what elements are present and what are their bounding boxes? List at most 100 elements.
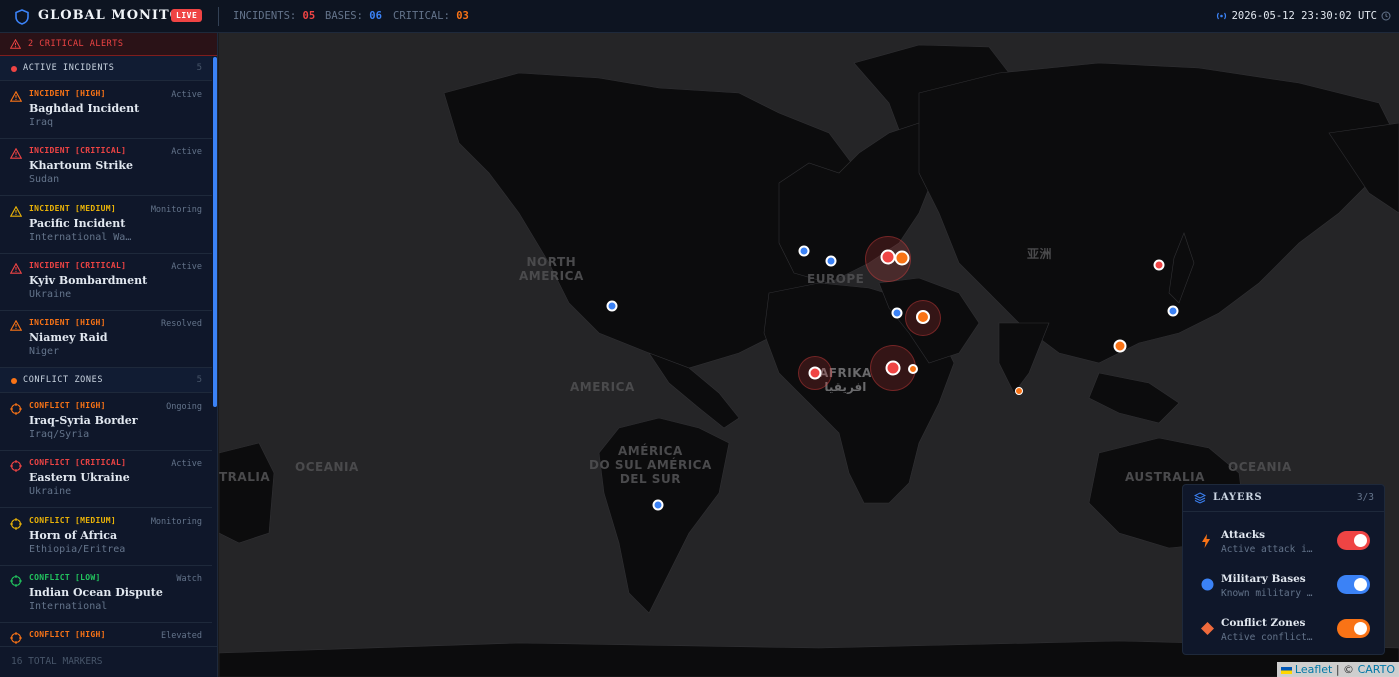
incident-item[interactable]: INCIDENT [CRITICAL] Kyiv Bombardment Ukrai… [0, 253, 212, 311]
conflict-item[interactable]: CONFLICT [HIGH] Iraq-Syria Border Iraq/Syr… [0, 393, 212, 451]
label-america: AMERICA [570, 380, 635, 394]
map-attribution: Leaflet | © CARTO [1276, 662, 1399, 677]
base-dot-icon [1201, 578, 1214, 591]
item-name: Iraq-Syria Border [29, 414, 138, 427]
conflict-item[interactable]: CONFLICT [CRITICAL] Eastern Ukraine Ukrain… [0, 450, 212, 509]
label-europe: EUROPE [807, 272, 865, 286]
crosshair-icon [10, 632, 22, 645]
conflict-item[interactable]: CONFLICT [LOW] Indian Ocean Dispute Intern… [0, 565, 212, 623]
crosshair-icon [10, 517, 22, 530]
item-tag: INCIDENT [CRITICAL] [29, 260, 127, 270]
sidebar-scrollbar[interactable] [213, 57, 217, 407]
attack-marker[interactable] [1153, 259, 1165, 271]
label-australia: AUSTRALIA [1125, 470, 1205, 484]
item-location: Ethiopia/Eritrea [29, 543, 126, 555]
conflict-marker[interactable] [916, 310, 930, 324]
layer-desc: Active attack i… [1221, 544, 1313, 555]
incident-item[interactable]: INCIDENT [HIGH] Baghdad Incident Iraq Activ… [0, 81, 212, 139]
incident-item[interactable]: INCIDENT [HIGH] Niamey Raid Niger Resolved [0, 310, 212, 369]
attack-marker[interactable] [885, 360, 901, 376]
critical-alerts-label: 2 CRITICAL ALERTS [28, 39, 124, 49]
ukraine-flag-icon [1280, 666, 1292, 674]
sidebar: 2 CRITICAL ALERTS ACTIVE INCIDENTS 5 INC… [0, 33, 218, 677]
item-name: Pacific Incident [29, 216, 126, 230]
conflict-zones-header[interactable]: CONFLICT ZONES 5 [0, 368, 212, 393]
conflict-marker[interactable] [1113, 339, 1127, 353]
base-marker[interactable] [825, 255, 837, 267]
military-bases-toggle[interactable] [1337, 575, 1370, 594]
section-label: ACTIVE INCIDENTS [23, 63, 115, 73]
carto-link[interactable]: CARTO [1358, 663, 1395, 676]
crosshair-icon [10, 403, 22, 415]
conflict-item[interactable]: CONFLICT [MEDIUM] Horn of Africa Ethiopia/… [0, 508, 212, 566]
base-marker[interactable] [891, 307, 903, 319]
item-tag: INCIDENT [HIGH] [29, 318, 106, 328]
item-location: Iraq [29, 117, 54, 128]
item-location: Ukraine [29, 288, 72, 300]
signal-icon [1216, 12, 1227, 20]
warning-icon [10, 262, 22, 274]
base-marker[interactable] [606, 300, 618, 312]
item-name: Eastern Ukraine [29, 471, 130, 485]
top-header: GLOBAL MONITOR LIVE INCIDENTS: 05 BASES:… [0, 0, 1399, 33]
warning-icon [10, 148, 22, 160]
item-name: Indian Ocean Dispute [29, 585, 163, 599]
critical-alerts-bar[interactable]: 2 CRITICAL ALERTS [0, 33, 217, 56]
leaflet-link[interactable]: Leaflet [1295, 663, 1332, 676]
item-name: Baghdad Incident [29, 102, 140, 115]
label-south-america: AMÉRICA DO SUL AMÉRICA DEL SUR [589, 444, 712, 486]
toggle-knob [1354, 534, 1367, 547]
item-status: Ongoing [166, 402, 202, 412]
critical-stat: CRITICAL: 03 [393, 10, 469, 22]
attack-marker[interactable] [808, 366, 822, 380]
base-marker[interactable] [1167, 305, 1179, 317]
item-status: Resolved [161, 319, 202, 330]
bases-stat: BASES: 06 [325, 10, 382, 22]
layers-header[interactable]: LAYERS 3/3 [1183, 485, 1384, 512]
diamond-icon [1201, 622, 1214, 635]
item-location: Iraq/Syria [29, 429, 90, 440]
base-marker[interactable] [798, 245, 810, 257]
section-count: 5 [196, 63, 202, 73]
item-tag: INCIDENT [MEDIUM] [29, 203, 116, 213]
warning-icon [10, 39, 21, 49]
sidebar-footer: 16 TOTAL MARKERS [0, 646, 217, 677]
item-tag: CONFLICT [CRITICAL] [29, 458, 127, 468]
item-status: Elevated [161, 631, 202, 642]
item-name: Khartoum Strike [29, 159, 133, 173]
incident-item[interactable]: INCIDENT [MEDIUM] Pacific Incident Interna… [0, 196, 212, 254]
attack-marker[interactable] [880, 249, 896, 265]
item-location: Sudan [29, 174, 60, 186]
layer-name: Attacks [1221, 529, 1266, 541]
layer-row-military-bases[interactable]: Military Bases Known military … [1183, 564, 1384, 608]
item-status: Active [171, 459, 202, 470]
section-label: CONFLICT ZONES [23, 375, 104, 385]
toggle-knob [1354, 578, 1367, 591]
conflict-zones-toggle[interactable] [1337, 619, 1370, 638]
item-status: Active [171, 147, 202, 158]
conflict-marker[interactable] [894, 250, 910, 266]
attacks-toggle[interactable] [1337, 531, 1370, 550]
incident-item[interactable]: INCIDENT [CRITICAL] Khartoum Strike Sudan A… [0, 138, 212, 197]
item-location: Niger [29, 346, 60, 358]
active-incidents-header[interactable]: ACTIVE INCIDENTS 5 [0, 56, 212, 81]
warning-icon [10, 91, 22, 102]
shield-logo-icon [15, 9, 29, 25]
item-status: Active [171, 90, 202, 100]
layer-row-conflict-zones[interactable]: Conflict Zones Active conflict… [1183, 608, 1384, 652]
crosshair-icon [10, 574, 22, 587]
layer-row-attacks[interactable]: Attacks Active attack i… [1183, 520, 1384, 564]
conflict-marker[interactable] [908, 364, 918, 374]
item-status: Monitoring [150, 204, 202, 215]
base-marker[interactable] [652, 499, 664, 511]
label-oceania-right: OCEANIA [1228, 460, 1292, 474]
item-status: Watch [176, 573, 202, 584]
layer-desc: Active conflict… [1221, 632, 1313, 643]
item-location: International [29, 600, 108, 612]
item-name: Horn of Africa [29, 528, 118, 542]
layer-name: Military Bases [1221, 573, 1306, 585]
conflict-marker[interactable] [1015, 387, 1023, 395]
item-status: Active [171, 261, 202, 272]
item-status: Monitoring [150, 516, 202, 527]
incidents-stat: INCIDENTS: 05 [233, 10, 316, 22]
